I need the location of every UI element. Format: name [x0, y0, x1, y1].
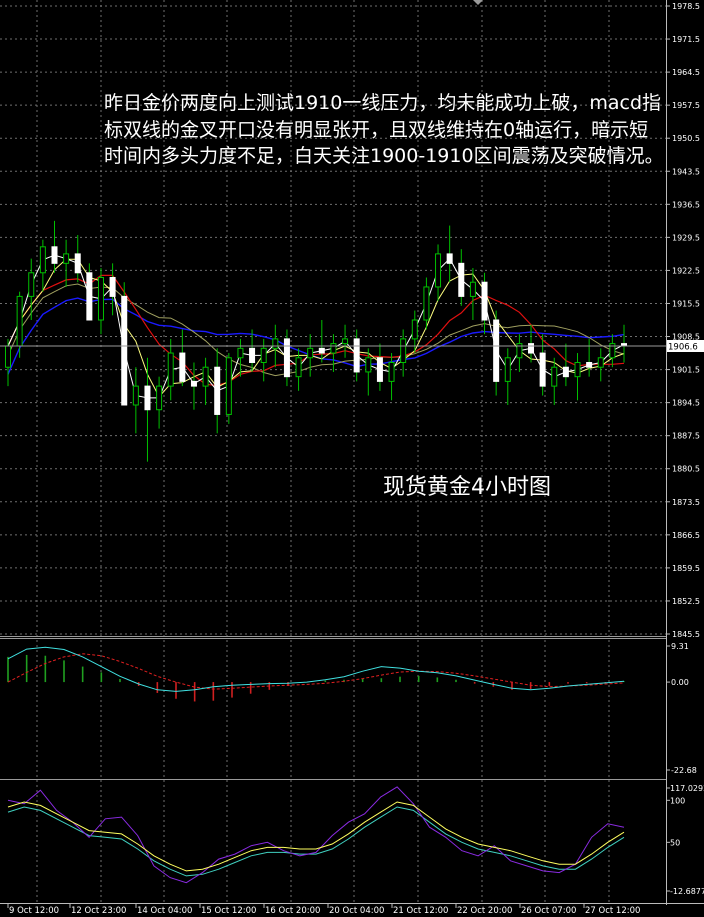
price-tick-label: 1859.5 [672, 564, 700, 573]
candle-body [423, 286, 430, 321]
candle-body [400, 338, 407, 363]
candle-body [132, 385, 139, 406]
candle-body [493, 319, 500, 382]
candle-body [388, 361, 395, 382]
stoch-tick-label: 50 [670, 838, 680, 847]
price-tick-label: 1915.5 [672, 299, 700, 308]
candle-body [51, 246, 58, 264]
current-price-tag: 1906.6 [666, 340, 704, 353]
candle-body [156, 385, 163, 411]
candle-body [249, 347, 256, 363]
candle-body [28, 272, 35, 297]
price-tick-label: 1887.5 [672, 432, 700, 441]
candle-body [109, 277, 116, 297]
candle-body [121, 295, 128, 406]
price-tick-label: 1936.5 [672, 200, 700, 209]
price-tick-label: 1957.5 [672, 101, 700, 110]
candle-body [16, 295, 23, 347]
stoch-tick-label: 100 [670, 796, 685, 805]
stoch-tick-label: -12.6877 [670, 887, 704, 896]
macd-tick-label: -22.68 [671, 766, 697, 775]
candle-body [504, 357, 511, 382]
svg-text:1906.6: 1906.6 [668, 343, 698, 353]
time-tick-label: 15 Oct 12:00 [201, 906, 256, 916]
candle-body [551, 366, 558, 387]
candle-body [435, 253, 442, 288]
candle-body [225, 357, 232, 415]
macd-tick-label: 9.31 [671, 642, 689, 651]
price-tick-label: 1929.5 [672, 233, 700, 242]
candle-body [353, 338, 360, 373]
price-tick-label: 1852.5 [672, 597, 700, 606]
time-tick-label: 26 Oct 07:00 [521, 906, 576, 916]
candle-body [167, 352, 174, 387]
chart-caption: 现货黄金4小时图 [383, 475, 551, 500]
price-tick-label: 1943.5 [672, 167, 700, 176]
candle-body [39, 246, 46, 274]
analysis-note: 昨日金价两度向上测试1910一线压力，均未能成功上破，macd指标双线的金叉开口… [104, 92, 664, 167]
price-tick-label: 1845.5 [672, 630, 700, 639]
price-tick-label: 1901.5 [672, 366, 700, 375]
stoch-tick-label: 117.0292 [670, 784, 704, 793]
price-tick-label: 1978.5 [672, 2, 700, 11]
candle-body [342, 338, 349, 345]
time-tick-label: 14 Oct 04:00 [137, 906, 192, 916]
time-tick-label: 22 Oct 20:00 [457, 906, 512, 916]
time-tick-label: 27 Oct 12:00 [585, 906, 640, 916]
candle-body [190, 380, 197, 387]
candle-body [528, 343, 535, 354]
candle-body [202, 366, 209, 387]
price-tick-label: 1894.5 [672, 399, 700, 408]
candle-body [295, 357, 302, 378]
candle-body [97, 277, 104, 321]
price-tick-label: 1950.5 [672, 134, 700, 143]
candle-body [411, 319, 418, 340]
macd-tick-label: 0.00 [671, 678, 689, 687]
candle-body [365, 357, 372, 373]
candle-body [586, 361, 593, 368]
candle-body [5, 345, 11, 368]
time-tick-label: 20 Oct 04:00 [329, 906, 384, 916]
price-tick-label: 1873.5 [672, 498, 700, 507]
candle-body [597, 357, 604, 368]
candle-body [74, 253, 81, 274]
candle-body [283, 338, 290, 378]
candle-body [63, 253, 70, 264]
candle-body [214, 366, 221, 415]
price-tick-label: 1922.5 [672, 266, 700, 275]
candle-body [458, 262, 465, 297]
candle-body [562, 366, 569, 378]
price-tick-label: 1964.5 [672, 68, 700, 77]
candle-body [318, 347, 325, 354]
candle-body [307, 347, 314, 359]
time-tick-label: 12 Oct 23:00 [71, 906, 126, 916]
candle-body [272, 338, 279, 349]
time-tick-label: 16 Oct 20:00 [265, 906, 320, 916]
candle-body [376, 357, 383, 382]
candle-body [446, 253, 453, 264]
candle-body [621, 343, 627, 346]
candle-body [539, 352, 546, 387]
candle-body [237, 347, 244, 359]
candle-body [469, 281, 476, 297]
candle-body [481, 281, 488, 321]
candle-body [574, 361, 581, 378]
candle-body [144, 385, 151, 411]
candle-body [260, 347, 267, 363]
candle-body [86, 272, 93, 321]
price-tick-label: 1866.5 [672, 531, 700, 540]
candle-body [179, 352, 186, 382]
time-tick-label: 21 Oct 12:00 [393, 906, 448, 916]
price-tick-label: 1880.5 [672, 465, 700, 474]
price-tick-label: 1971.5 [672, 35, 700, 44]
candle-body [330, 343, 337, 354]
time-tick-label: 9 Oct 12:00 [9, 906, 59, 916]
